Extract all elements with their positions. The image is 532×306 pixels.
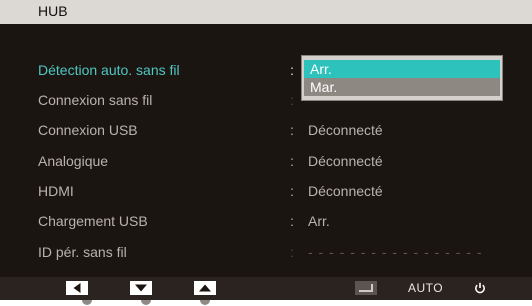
- menu-item-label: Connexion sans fil: [38, 92, 153, 108]
- menu-item-value: Déconnecté: [308, 122, 383, 138]
- menu-item-value: Arr.: [308, 213, 330, 229]
- left-button[interactable]: [66, 281, 88, 295]
- separator-colon: :: [290, 153, 294, 169]
- option-arr[interactable]: Arr.: [304, 60, 500, 78]
- left-arrow-icon: [73, 283, 81, 293]
- menu-item-label: Chargement USB: [38, 213, 148, 229]
- menu-item-value: - - - - - - - - - - - - - - - - -: [308, 244, 483, 260]
- menu-item-value: Déconnecté: [308, 153, 383, 169]
- separator-colon: :: [290, 244, 294, 260]
- down-arrow-icon: [135, 284, 147, 292]
- menu-item-id-per-sans-fil[interactable]: ID pér. sans fil : - - - - - - - - - - -…: [38, 240, 518, 264]
- marker: [200, 300, 210, 305]
- osd-panel: HUB Détection auto. sans fil : Connexion…: [0, 0, 532, 300]
- separator-colon: :: [290, 183, 294, 199]
- separator-colon: :: [290, 62, 294, 78]
- menu-item-label: Analogique: [38, 153, 109, 169]
- menu-item-chargement-usb[interactable]: Chargement USB : Arr.: [38, 209, 518, 233]
- option-dropdown[interactable]: Arr. Mar.: [302, 56, 502, 100]
- menu-item-label: Connexion USB: [38, 122, 138, 138]
- marker: [141, 300, 151, 305]
- menu-item-analogique[interactable]: Analogique : Déconnecté: [38, 149, 518, 173]
- option-mar[interactable]: Mar.: [304, 78, 500, 96]
- menu-item-hdmi[interactable]: HDMI : Déconnecté: [38, 179, 518, 203]
- up-button[interactable]: [194, 281, 216, 295]
- separator-colon: :: [290, 92, 294, 108]
- menu-item-label: Détection auto. sans fil: [38, 62, 180, 78]
- separator-colon: :: [290, 122, 294, 138]
- menu-item-label: HDMI: [38, 183, 74, 199]
- menu-item-connexion-usb[interactable]: Connexion USB : Déconnecté: [38, 118, 518, 142]
- power-icon[interactable]: [474, 282, 486, 294]
- auto-button[interactable]: AUTO: [408, 280, 443, 296]
- enter-button[interactable]: [355, 281, 377, 295]
- menu-title: HUB: [0, 0, 532, 24]
- menu-item-label: ID pér. sans fil: [38, 244, 127, 260]
- separator-colon: :: [290, 213, 294, 229]
- menu-item-value: Déconnecté: [308, 183, 383, 199]
- marker: [82, 300, 92, 305]
- enter-icon: [359, 284, 373, 292]
- button-position-markers: [0, 300, 532, 306]
- up-arrow-icon: [199, 284, 211, 292]
- down-button[interactable]: [130, 281, 152, 295]
